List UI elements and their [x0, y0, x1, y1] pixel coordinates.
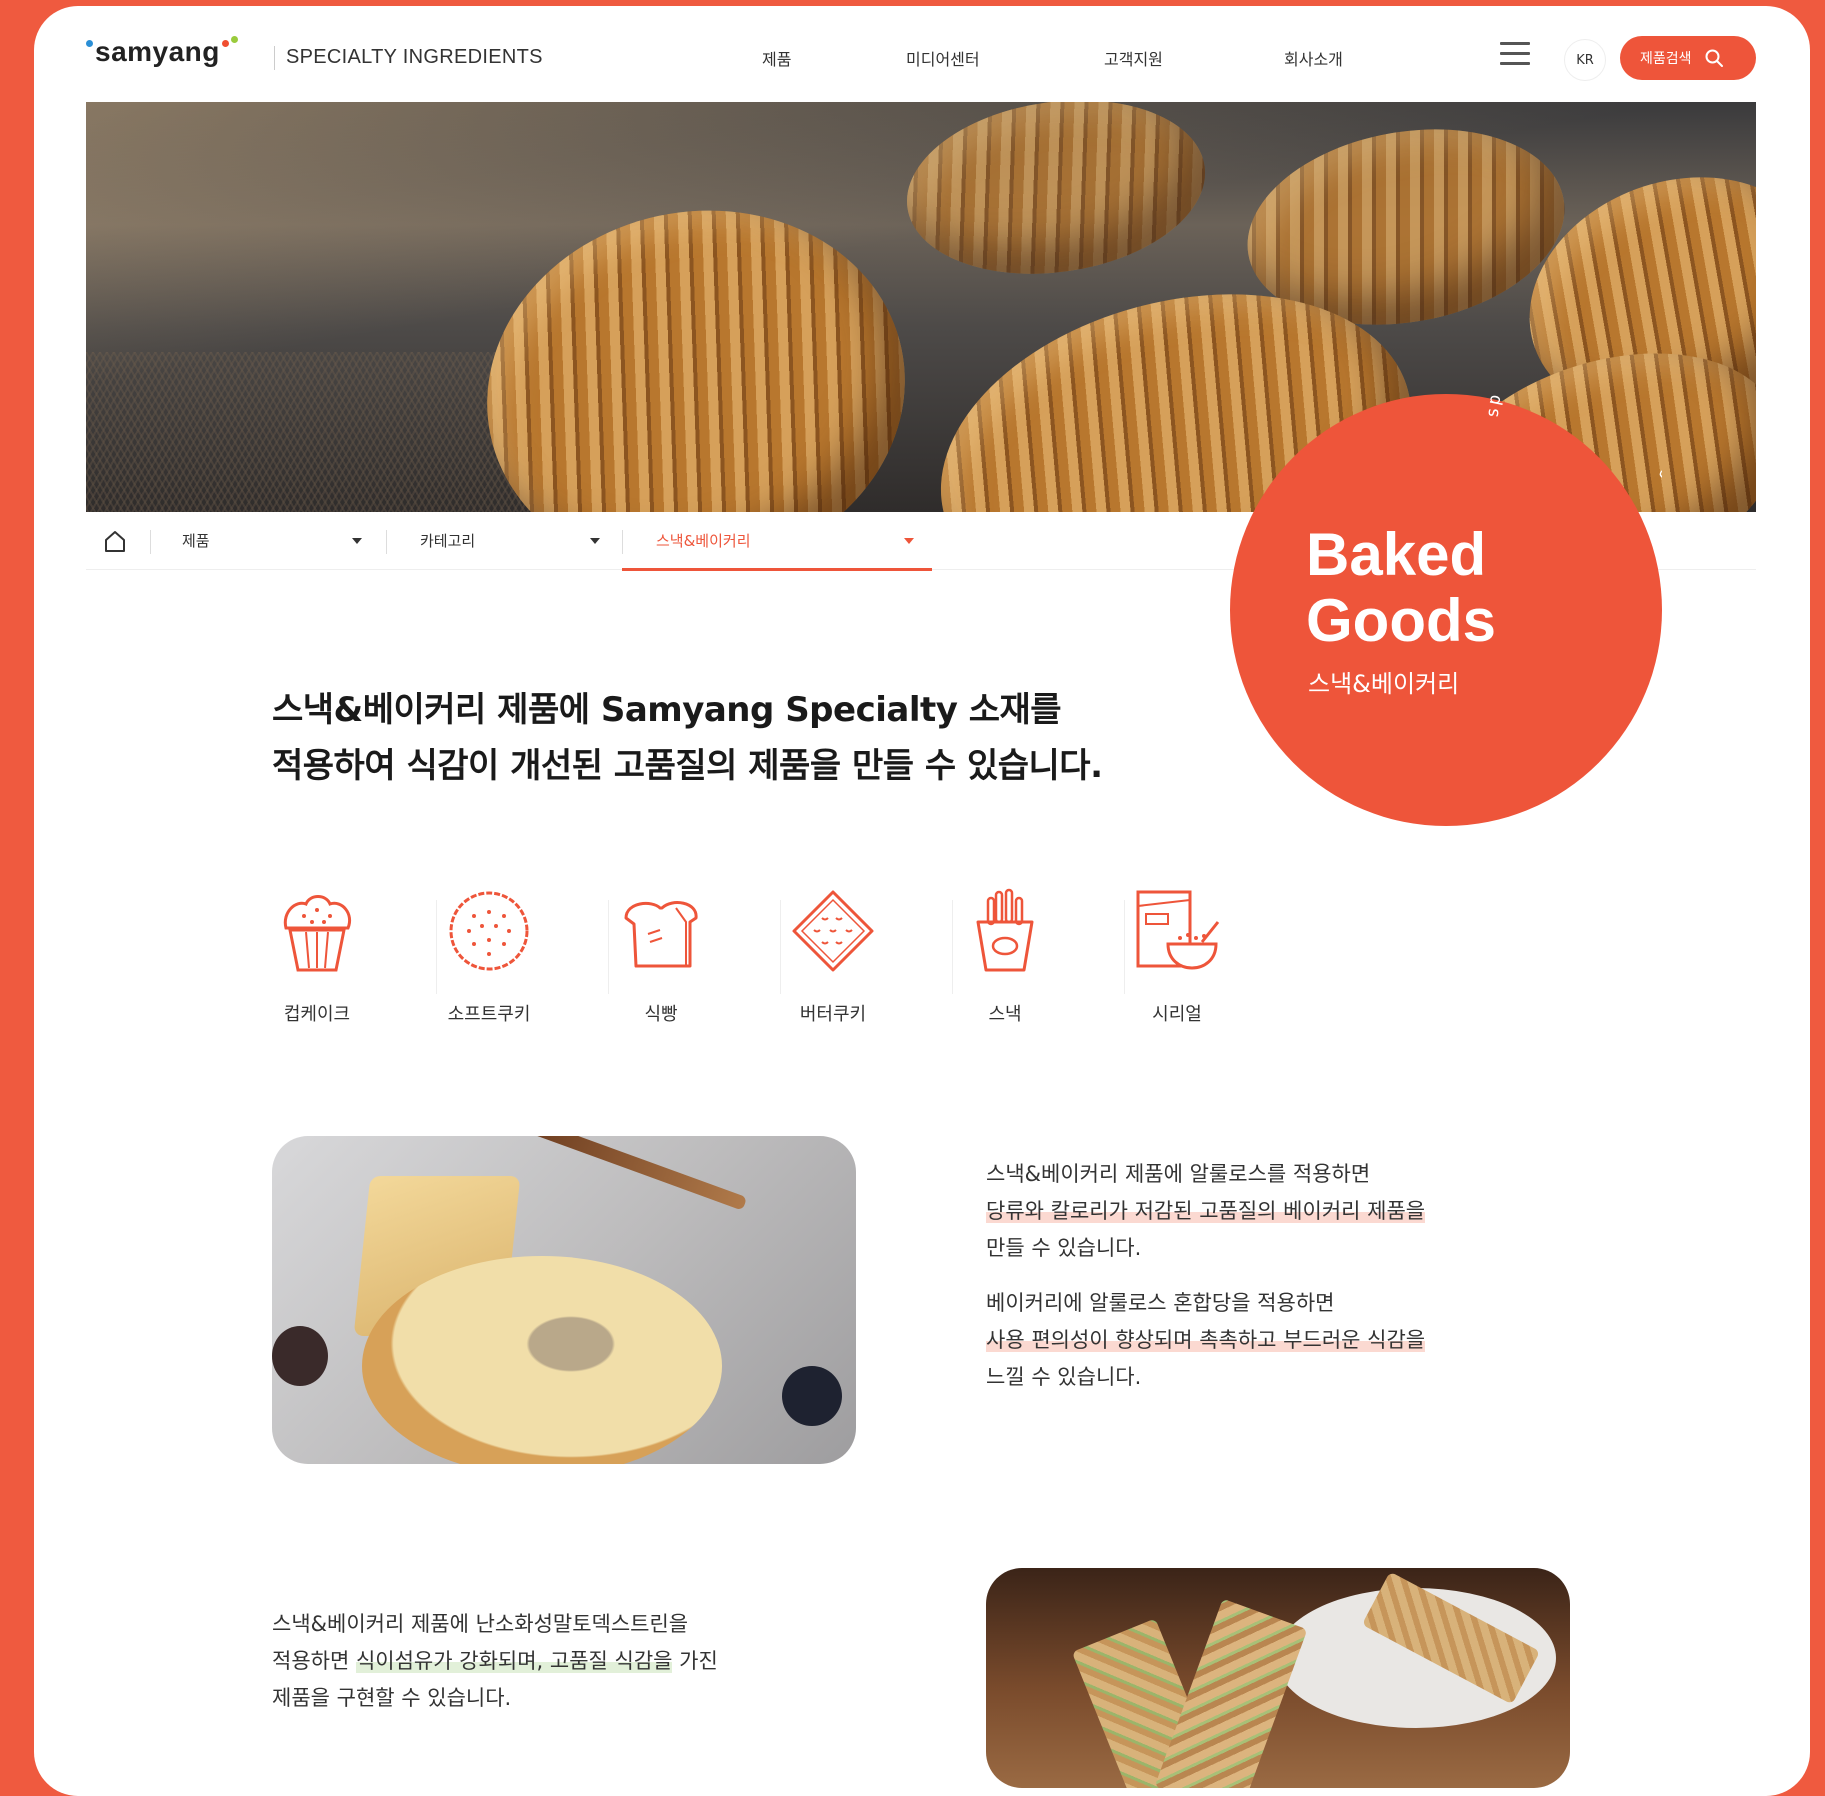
site-header: samyang SPECIALTY INGREDIENTS 제품 미디어센터 고… [34, 6, 1810, 106]
highlight-text: 사용 편의성이 향상되며 촉촉하고 부드러운 식감을 [986, 1328, 1426, 1352]
text-line: 제품을 구현할 수 있습니다. [272, 1686, 512, 1710]
allulose-description: 스낵&베이커리 제품에 알룰로스를 적용하면 당류와 칼로리가 저감된 고품질의… [986, 1156, 1426, 1396]
maltodextrin-description: 스낵&베이커리 제품에 난소화성말토덱스트린을 적용하면 식이섬유가 강화되며,… [272, 1606, 718, 1717]
badge-title-line1: Baked [1306, 521, 1487, 588]
active-underline [622, 568, 932, 571]
category-snack[interactable]: 스낵 [960, 886, 1050, 1026]
search-icon [1705, 49, 1723, 67]
category-bread[interactable]: 식빵 [616, 886, 706, 1026]
text-line: 베이커리에 알룰로스 혼합당을 적용하면 [986, 1291, 1335, 1315]
nav-products[interactable]: 제품 [762, 46, 791, 70]
text-line: 스낵&베이커리 제품에 알룰로스를 적용하면 [986, 1162, 1371, 1186]
logo-text: samyang [95, 36, 220, 67]
cupcake-icon [283, 895, 351, 972]
cookie-icon [449, 891, 529, 971]
breadcrumb-dropdown-category[interactable]: 카테고리 [420, 530, 600, 551]
page-frame: samyang SPECIALTY INGREDIENTS 제품 미디어센터 고… [34, 6, 1810, 1796]
category-cereal[interactable]: 시리얼 [1132, 886, 1222, 1026]
breadcrumb-label: 스낵&베이커리 [656, 532, 751, 550]
category-badge: specialty ingredients samyang Baked Good… [1230, 394, 1662, 826]
caret-down-icon [904, 537, 914, 544]
bread-icon [624, 901, 698, 968]
badge-subtitle: 스낵&베이커리 [1308, 670, 1460, 698]
category-cupcake[interactable]: 컵케이크 [272, 886, 362, 1026]
nav-media-center[interactable]: 미디어센터 [906, 46, 980, 70]
category-soft-cookie[interactable]: 소프트쿠키 [444, 886, 534, 1026]
badge-title-line2: Goods [1306, 587, 1496, 654]
nav-support[interactable]: 고객지원 [1104, 46, 1163, 70]
category-label: 소프트쿠키 [447, 1004, 531, 1025]
intro-line: 적용하여 식감이 개선된 고품질의 제품을 만들 수 있습니다. [272, 746, 1103, 786]
breadcrumb-label: 제품 [182, 532, 210, 550]
hamburger-menu-icon[interactable] [1500, 42, 1530, 66]
intro-heading: 스낵&베이커리 제품에 Samyang Specialty 소재를 적용하여 식… [272, 682, 1103, 794]
category-label: 스낵 [988, 1004, 1022, 1025]
baumkuchen-photo [272, 1136, 856, 1464]
logo-dot-blue [86, 40, 93, 47]
caret-down-icon [590, 537, 600, 544]
svg-text:specialty ingredients samyang: specialty ingredients samyang [1483, 394, 1662, 489]
breadcrumb-label: 카테고리 [420, 532, 476, 550]
highlight-text: 식이섬유가 강화되며, 고품질 식감을 [355, 1649, 673, 1673]
snack-icon [976, 888, 1034, 972]
category-label: 식빵 [644, 1004, 678, 1025]
category-butter-cookie[interactable]: 버터쿠키 [788, 886, 878, 1026]
breadcrumb-dropdown-products[interactable]: 제품 [182, 530, 362, 551]
logo-separator [274, 46, 275, 70]
caret-down-icon [352, 537, 362, 544]
product-search-button[interactable]: 제품검색 [1620, 36, 1756, 80]
logo-dot-red [221, 40, 229, 47]
text-line: 만들 수 있습니다. [986, 1236, 1142, 1260]
category-label: 컵케이크 [283, 1004, 351, 1025]
nav-about[interactable]: 회사소개 [1284, 46, 1343, 70]
logo-dot-green [230, 36, 238, 43]
cereal-icon [1136, 890, 1220, 970]
granola-bar-photo [986, 1568, 1570, 1788]
text-line: 느낄 수 있습니다. [986, 1365, 1142, 1389]
highlight-text: 당류와 칼로리가 저감된 고품질의 베이커리 제품을 [986, 1199, 1426, 1223]
category-label: 시리얼 [1152, 1004, 1202, 1025]
product-search-label: 제품검색 [1640, 51, 1692, 67]
text-line: 스낵&베이커리 제품에 난소화성말토덱스트린을 [272, 1612, 689, 1636]
intro-line: 스낵&베이커리 제품에 Samyang Specialty 소재를 [272, 690, 1062, 730]
home-icon[interactable] [102, 528, 128, 554]
logo[interactable]: samyang SPECIALTY INGREDIENTS [86, 36, 542, 70]
category-label: 버터쿠키 [799, 1004, 867, 1025]
language-button[interactable]: KR [1564, 39, 1606, 81]
logo-tagline: SPECIALTY INGREDIENTS [286, 46, 543, 68]
breadcrumb-dropdown-snack-bakery[interactable]: 스낵&베이커리 [656, 530, 914, 551]
butter-cookie-icon [792, 890, 874, 972]
